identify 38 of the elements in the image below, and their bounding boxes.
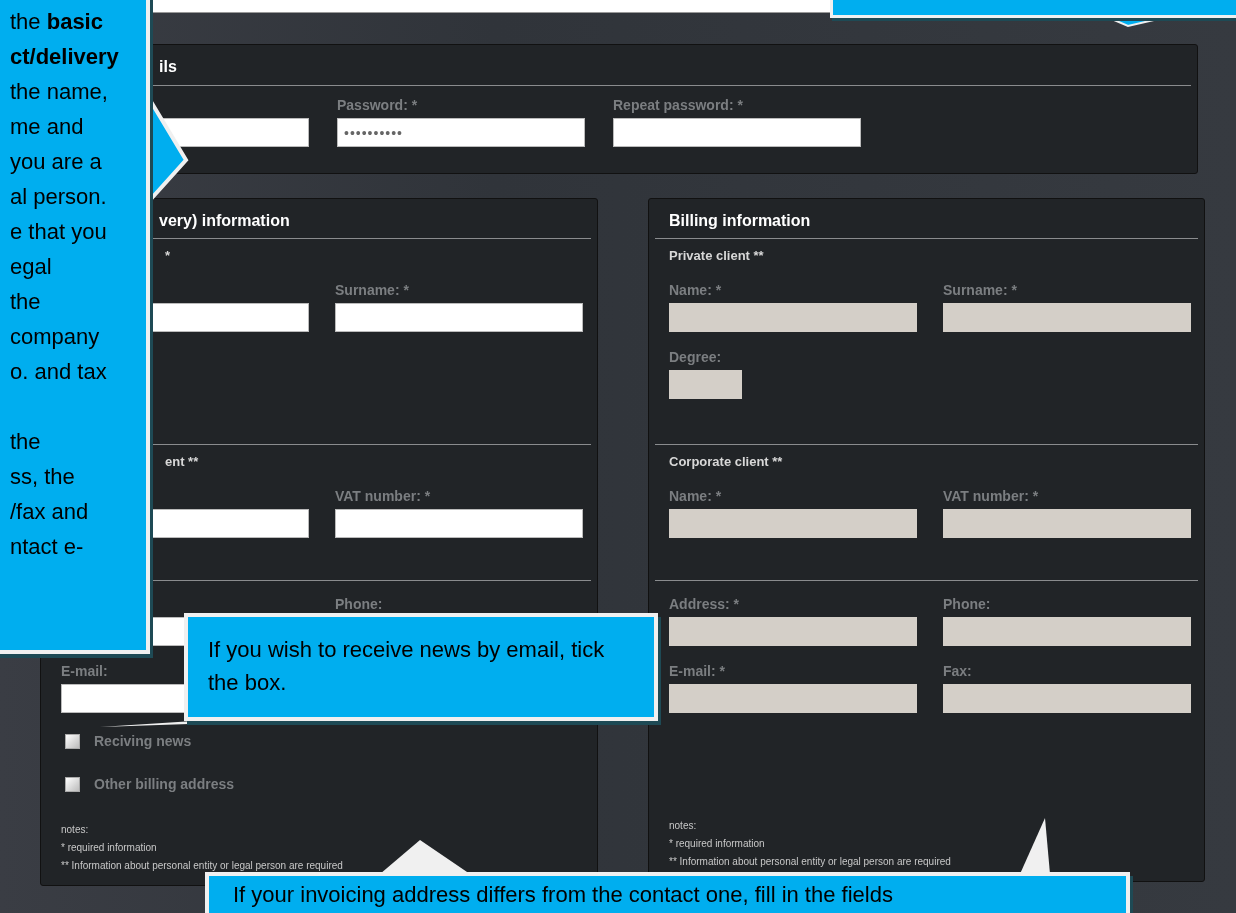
note-text: ** Information about personal entity or legal person are required [61, 859, 344, 873]
section-title: Private client ** [668, 247, 765, 265]
input-field[interactable] [335, 509, 583, 538]
input-field[interactable]: •••••••••• [337, 118, 585, 147]
input-field[interactable] [150, 0, 830, 13]
note-text: * required information [61, 841, 158, 855]
field-label: Surname: * [943, 281, 1018, 299]
panel-title: Billing information [655, 199, 1198, 239]
checkbox[interactable] [65, 776, 80, 792]
callout-text: If you wish to receive news by email, tick the box. [208, 636, 606, 697]
checkbox-label: Reciving news [94, 733, 192, 749]
field-label: Phone: [335, 595, 383, 613]
field-label: E-mail: * [669, 662, 726, 680]
checkbox[interactable] [65, 733, 80, 749]
field-label: Repeat password: * [613, 96, 744, 114]
field-label: Surname: * [335, 281, 410, 299]
note-text: notes: [61, 823, 90, 837]
checkbox-label: Other billing address [94, 776, 235, 792]
section-title: ent ** [164, 453, 200, 471]
callout-text: the ss, the /fax and ntact e- [10, 428, 90, 561]
input-field[interactable] [335, 303, 583, 332]
field-label: Password: * [337, 96, 419, 114]
field-label: Address: * [669, 595, 741, 613]
note-text: * required information [669, 837, 766, 851]
field-label: Name: * [669, 281, 723, 299]
section-title: * [164, 247, 172, 265]
field-label: Fax: [943, 662, 973, 680]
field-label: E-mail: [61, 662, 109, 680]
field-label: VAT number: * [943, 487, 1040, 505]
note-text: notes: [669, 819, 698, 833]
section-title: Corporate client ** [668, 453, 784, 471]
input-field[interactable] [613, 118, 861, 147]
field-label: Phone: [943, 595, 992, 613]
field-label: VAT number: * [335, 487, 432, 505]
field-label: Degree: [669, 348, 723, 366]
field-label: Name: * [669, 487, 723, 505]
note-text: ** Information about personal entity or legal person are required [669, 855, 952, 869]
callout-text: If your invoicing address differs from the contact one, fill in the fields [233, 881, 894, 909]
